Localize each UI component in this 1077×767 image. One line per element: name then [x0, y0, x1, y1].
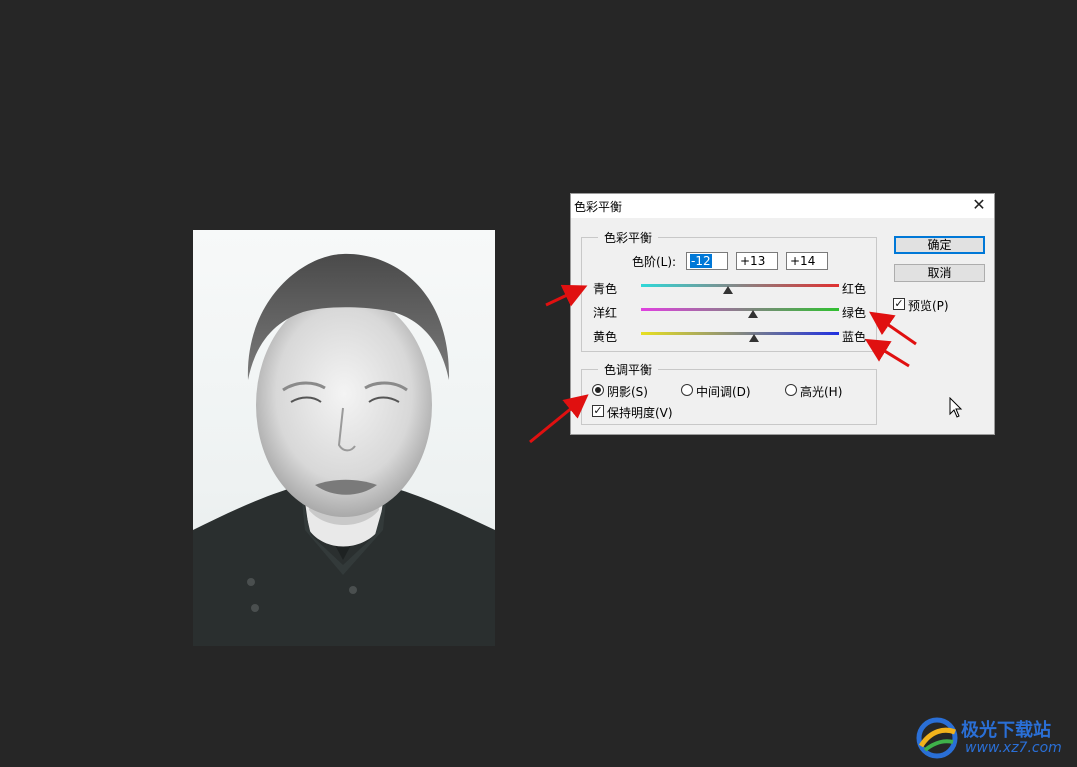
- preserve-luminosity-label[interactable]: 保持明度(V): [607, 404, 673, 421]
- midtones-radio[interactable]: [681, 384, 693, 396]
- green-label: 绿色: [842, 306, 867, 320]
- cancel-button[interactable]: 取消: [894, 264, 985, 282]
- level-value-cyan-red: -12: [690, 254, 712, 268]
- levels-label: 色阶(L):: [632, 255, 677, 269]
- cyan-label: 青色: [593, 282, 618, 296]
- color-balance-group: 色彩平衡 色阶(L): -12 +13 +14 青色 红色 洋红 绿色 黄色 蓝…: [581, 229, 877, 352]
- red-label: 红色: [842, 282, 867, 296]
- portrait-photo: [193, 230, 495, 646]
- slider-thumb-magenta-green[interactable]: [747, 310, 758, 318]
- tone-balance-legend: 色调平衡: [598, 361, 659, 378]
- slider-track-yellow-blue[interactable]: [641, 332, 839, 335]
- level-field-cyan-red[interactable]: -12: [686, 252, 728, 270]
- tone-balance-group: 色调平衡 阴影(S) 中间调(D) 高光(H) ✓ 保持明度(V): [581, 361, 877, 425]
- slider-thumb-cyan-red[interactable]: [723, 286, 734, 294]
- preserve-luminosity-checkbox[interactable]: ✓: [592, 405, 604, 417]
- slider-thumb-yellow-blue[interactable]: [748, 334, 759, 342]
- slider-track-cyan-red[interactable]: [641, 284, 839, 287]
- mouse-cursor-icon: [949, 397, 963, 418]
- site-watermark: 极光下载站 www.xz7.com: [915, 714, 1075, 762]
- dialog-titlebar[interactable]: 色彩平衡 ✕: [571, 194, 994, 218]
- shadows-label[interactable]: 阴影(S): [607, 383, 648, 400]
- dialog-title: 色彩平衡: [574, 200, 623, 214]
- midtones-label[interactable]: 中间调(D): [696, 383, 751, 400]
- magenta-label: 洋红: [593, 306, 618, 320]
- yellow-label: 黄色: [593, 330, 618, 344]
- preview-label[interactable]: 预览(P): [908, 297, 949, 314]
- highlights-label[interactable]: 高光(H): [800, 383, 842, 400]
- highlights-radio[interactable]: [785, 384, 797, 396]
- shadows-radio[interactable]: [592, 384, 604, 396]
- color-balance-legend: 色彩平衡: [598, 229, 659, 246]
- level-field-yellow-blue[interactable]: +14: [786, 252, 828, 270]
- slider-track-magenta-green[interactable]: [641, 308, 839, 311]
- level-field-magenta-green[interactable]: +13: [736, 252, 778, 270]
- blue-label: 蓝色: [842, 330, 867, 344]
- preview-checkbox[interactable]: ✓: [893, 298, 905, 310]
- watermark-logo-icon: [916, 717, 958, 759]
- close-icon[interactable]: ✕: [970, 196, 988, 214]
- watermark-name: 极光下载站: [961, 720, 1051, 741]
- color-balance-dialog: 色彩平衡 ✕ 色彩平衡 色阶(L): -12 +13 +14 青色 红色 洋红 …: [570, 193, 995, 435]
- watermark-url: www.xz7.com: [965, 740, 1062, 756]
- ok-button[interactable]: 确定: [894, 236, 985, 254]
- photoshop-canvas: 色彩平衡 ✕ 色彩平衡 色阶(L): -12 +13 +14 青色 红色 洋红 …: [0, 0, 1077, 767]
